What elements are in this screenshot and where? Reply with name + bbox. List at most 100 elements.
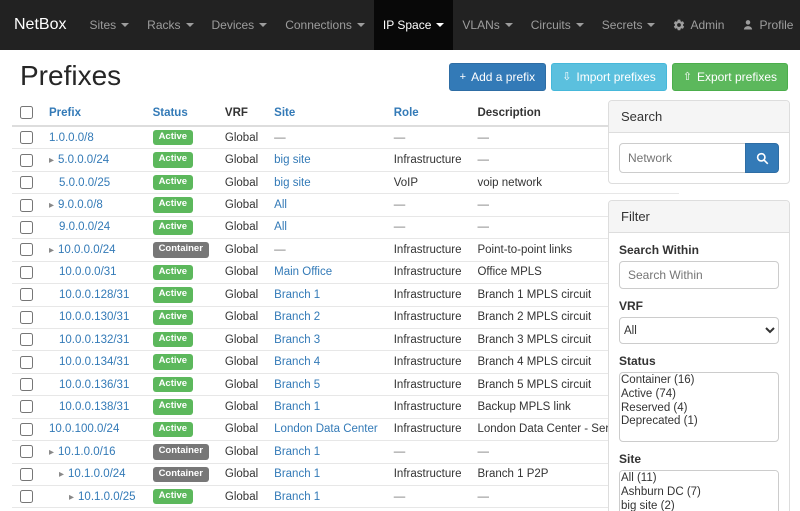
search-within-input[interactable]	[619, 261, 779, 289]
column-header-prefix[interactable]: Prefix	[49, 107, 81, 119]
role-value: Infrastructure	[386, 306, 470, 328]
import-prefixes-button[interactable]: ⇩ Import prefixes	[551, 63, 667, 91]
vrf-value: Global	[217, 486, 266, 508]
prefix-link[interactable]: 10.0.0.0/24	[58, 244, 116, 256]
page-header: Prefixes + Add a prefix ⇩ Import prefixe…	[12, 54, 790, 100]
site-cell: All	[266, 216, 386, 238]
prefix-link[interactable]: 5.0.0.0/25	[59, 177, 110, 189]
nav-item-vlans[interactable]: VLANs	[453, 0, 521, 50]
role-value: —	[386, 126, 470, 149]
prefix-link[interactable]: 10.1.0.0/16	[58, 446, 116, 458]
select-all-checkbox[interactable]	[20, 106, 33, 119]
prefix-link[interactable]: 9.0.0.0/8	[58, 199, 103, 211]
site-link[interactable]: All	[274, 199, 287, 211]
site-filter-select[interactable]: All (11)Ashburn DC (7)big site (2)Branch…	[619, 470, 779, 511]
nav-item-profile[interactable]: Profile	[733, 0, 800, 50]
nav-item-circuits[interactable]: Circuits	[522, 0, 593, 50]
site-link[interactable]: Branch 1	[274, 289, 320, 301]
vrf-value: Global	[217, 171, 266, 193]
page-title: Prefixes	[20, 60, 121, 92]
site-cell: Branch 1	[266, 486, 386, 508]
nav-item-connections[interactable]: Connections	[276, 0, 374, 50]
site-link[interactable]: Branch 1	[274, 491, 320, 503]
prefix-link[interactable]: 10.0.100.0/24	[49, 423, 119, 435]
vrf-value: Global	[217, 126, 266, 149]
prefix-link[interactable]: 10.0.0.0/31	[59, 266, 117, 278]
empty-value: —	[274, 132, 286, 144]
row-checkbox[interactable]	[20, 288, 33, 301]
prefix-link[interactable]: 1.0.0.0/8	[49, 132, 94, 144]
prefix-link[interactable]: 10.1.0.0/24	[68, 468, 126, 480]
site-link[interactable]: Branch 3	[274, 334, 320, 346]
row-checkbox[interactable]	[20, 221, 33, 234]
table-row: 10.0.0.138/31ActiveGlobalBranch 1Infrast…	[12, 396, 679, 418]
prefix-link[interactable]: 5.0.0.0/24	[58, 154, 109, 166]
site-cell: big site	[266, 149, 386, 171]
nav-item-ip-space[interactable]: IP Space	[374, 0, 453, 50]
prefix-link[interactable]: 10.0.0.136/31	[59, 379, 129, 391]
row-checkbox[interactable]	[20, 378, 33, 391]
nav-item-sites[interactable]: Sites	[80, 0, 138, 50]
row-checkbox[interactable]	[20, 490, 33, 503]
site-link[interactable]: Branch 5	[274, 379, 320, 391]
site-link[interactable]: Branch 4	[274, 356, 320, 368]
prefix-link[interactable]: 10.0.0.138/31	[59, 401, 129, 413]
table-row: 10.0.100.0/24ActiveGlobalLondon Data Cen…	[12, 418, 679, 440]
row-checkbox[interactable]	[20, 154, 33, 167]
site-link[interactable]: Branch 1	[274, 468, 320, 480]
add-prefix-label: Add a prefix	[471, 70, 535, 84]
row-checkbox[interactable]	[20, 423, 33, 436]
nav-item-admin[interactable]: Admin	[664, 0, 733, 50]
prefix-link[interactable]: 10.0.0.134/31	[59, 356, 129, 368]
column-header-status[interactable]: Status	[153, 107, 188, 119]
add-prefix-button[interactable]: + Add a prefix	[449, 63, 546, 91]
row-checkbox[interactable]	[20, 131, 33, 144]
row-checkbox[interactable]	[20, 176, 33, 189]
nav-item-secrets[interactable]: Secrets	[593, 0, 665, 50]
prefix-link[interactable]: 10.0.0.128/31	[59, 289, 129, 301]
site-cell: Branch 1	[266, 463, 386, 485]
role-value: —	[386, 486, 470, 508]
row-checkbox[interactable]	[20, 468, 33, 481]
site-link[interactable]: big site	[274, 177, 310, 189]
site-link[interactable]: big site	[274, 154, 310, 166]
site-link[interactable]: Main Office	[274, 266, 332, 278]
site-link[interactable]: London Data Center	[274, 423, 378, 435]
site-cell: —	[266, 239, 386, 261]
prefix-link[interactable]: 10.0.0.130/31	[59, 311, 129, 323]
nav-item-devices[interactable]: Devices	[203, 0, 277, 50]
brand-link[interactable]: NetBox	[0, 0, 80, 50]
column-header-site[interactable]: Site	[274, 107, 295, 119]
role-value: Infrastructure	[386, 396, 470, 418]
row-checkbox[interactable]	[20, 266, 33, 279]
row-checkbox[interactable]	[20, 445, 33, 458]
prefix-link[interactable]: 10.1.0.0/25	[78, 491, 136, 503]
site-cell: Branch 2	[266, 306, 386, 328]
row-checkbox[interactable]	[20, 243, 33, 256]
role-value: Infrastructure	[386, 261, 470, 283]
row-checkbox[interactable]	[20, 333, 33, 346]
export-prefixes-button[interactable]: ⇧ Export prefixes	[672, 63, 788, 91]
search-button[interactable]	[745, 143, 779, 173]
status-badge: Active	[153, 354, 194, 369]
site-link[interactable]: All	[274, 221, 287, 233]
role-value: Infrastructure	[386, 373, 470, 395]
search-input[interactable]	[619, 143, 746, 173]
row-checkbox[interactable]	[20, 356, 33, 369]
site-link[interactable]: Branch 2	[274, 311, 320, 323]
site-link[interactable]: Branch 1	[274, 446, 320, 458]
prefix-link[interactable]: 10.0.0.132/31	[59, 334, 129, 346]
site-link[interactable]: Branch 1	[274, 401, 320, 413]
nav-item-label: VLANs	[462, 18, 499, 32]
filter-panel: Filter Search Within VRF All Status Cont…	[608, 200, 790, 511]
nav-item-racks[interactable]: Racks	[138, 0, 202, 50]
row-checkbox[interactable]	[20, 199, 33, 212]
status-filter-select[interactable]: Container (16)Active (74)Reserved (4)Dep…	[619, 372, 779, 442]
prefix-link[interactable]: 9.0.0.0/24	[59, 221, 110, 233]
row-checkbox[interactable]	[20, 311, 33, 324]
row-checkbox[interactable]	[20, 400, 33, 413]
role-value: Infrastructure	[386, 239, 470, 261]
vrf-filter-select[interactable]: All	[619, 317, 779, 344]
column-header-role[interactable]: Role	[394, 107, 419, 119]
vrf-value: Global	[217, 328, 266, 350]
